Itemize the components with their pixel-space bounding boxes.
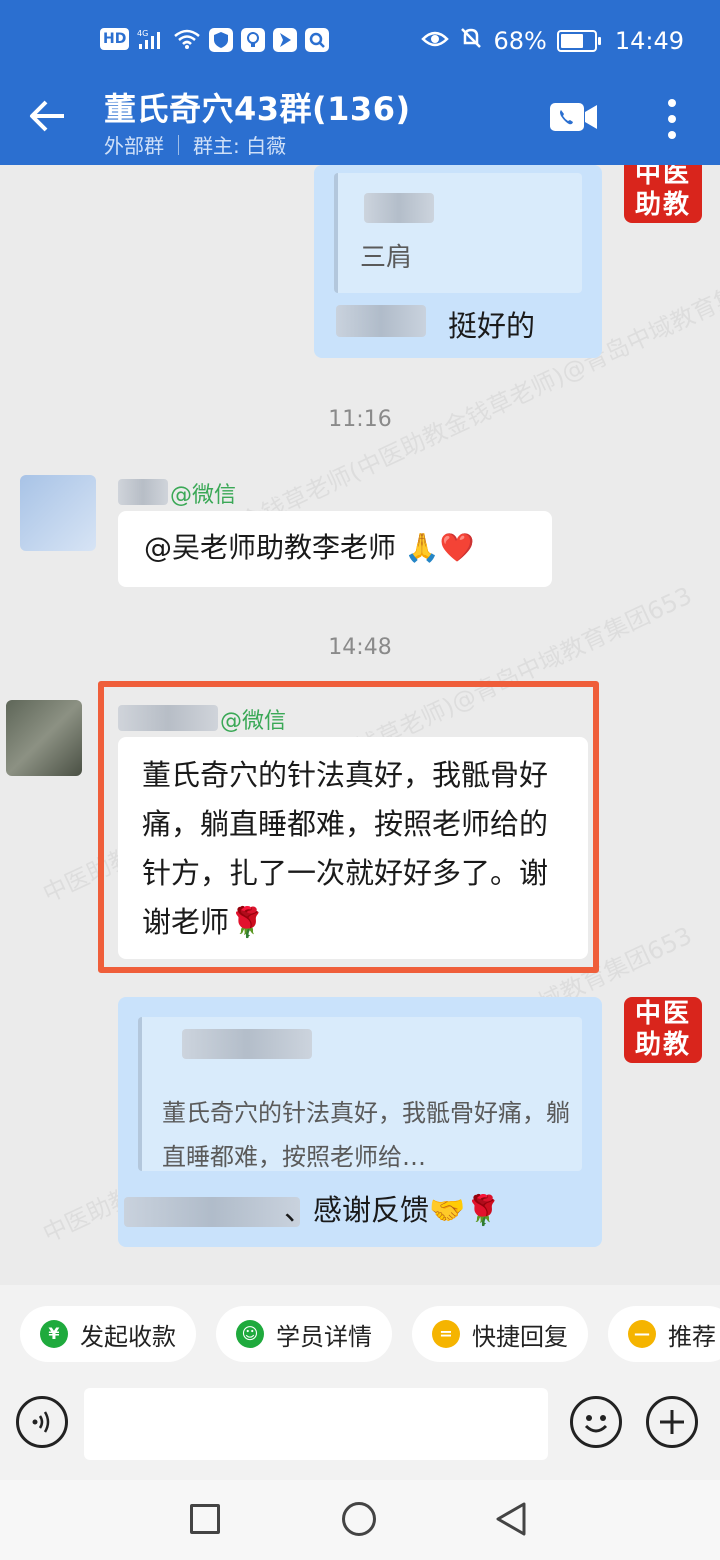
group-owner-label: 群主: 白薇: [193, 134, 287, 158]
search-app-icon: [305, 28, 330, 52]
recents-icon[interactable]: [190, 1504, 220, 1534]
chat-subtitle: 外部群 群主: 白薇: [104, 130, 286, 159]
chip-label: 学员详情: [276, 1322, 372, 1351]
badge-line: 中医: [634, 999, 691, 1029]
payment-shield-icon: ¥: [40, 1320, 68, 1348]
group-type-label: 外部群: [104, 134, 164, 158]
arrow-app-icon: [273, 28, 298, 52]
status-bar: HD 4G 68% 14:49: [0, 22, 720, 62]
blurred-name: [118, 479, 168, 505]
quick-actions-bar: ¥ 发起收款 ☺ 学员详情 = 快捷回复 — 推荐: [0, 1285, 720, 1380]
chip-recommend[interactable]: — 推荐: [608, 1306, 720, 1362]
timestamp: 11:16: [328, 407, 392, 432]
divider: [178, 134, 179, 155]
voice-input-icon[interactable]: [16, 1396, 68, 1448]
quoted-message: 三肩: [334, 173, 582, 293]
hd-icon: HD: [100, 28, 130, 50]
home-icon[interactable]: [342, 1502, 376, 1536]
quoted-text: 三肩: [360, 243, 413, 273]
bulb-app-icon: [241, 28, 266, 52]
message-bubble-received[interactable]: @吴老师助教李老师 🙏❤️: [118, 511, 552, 587]
message-bubble-sent[interactable]: 董氏奇穴的针法真好，我骶骨好痛，躺直睡都难，按照老师给… 、感谢反馈🤝🌹: [118, 997, 602, 1247]
svg-text:4G: 4G: [137, 29, 148, 38]
more-options-icon[interactable]: [658, 96, 686, 139]
chat-title: 董氏奇穴43群(136): [104, 90, 411, 128]
battery-percent: 68%: [493, 27, 547, 55]
badge-line: 中医: [634, 165, 691, 189]
chip-quick-reply[interactable]: = 快捷回复: [412, 1306, 588, 1362]
eye-icon: [421, 27, 450, 55]
input-bar: [0, 1380, 720, 1480]
tcm-assistant-badge: 中医 助教: [624, 165, 702, 223]
system-nav-bar: [0, 1480, 720, 1560]
clock: 14:49: [614, 27, 684, 55]
battery-icon: [556, 30, 601, 52]
emoji-icon[interactable]: [570, 1396, 622, 1448]
sender-source: @微信: [170, 483, 237, 508]
chip-label: 快捷回复: [472, 1322, 568, 1351]
quick-reply-icon: =: [432, 1320, 460, 1348]
avatar[interactable]: [6, 700, 82, 776]
blurred-mention: [124, 1197, 300, 1227]
back-arrow-icon[interactable]: [28, 96, 68, 136]
quoted-message: 董氏奇穴的针法真好，我骶骨好痛，躺直睡都难，按照老师给…: [138, 1017, 582, 1171]
message-text: 、感谢反馈🤝🌹: [284, 1193, 502, 1227]
chat-area[interactable]: 中医助教金钱草老师(中医助教金钱草老师)@青岛中域教育集团653 中医助教金钱草…: [0, 165, 720, 1285]
wifi-icon: [173, 28, 201, 50]
badge-line: 助教: [634, 190, 691, 220]
blurred-name: [182, 1029, 312, 1059]
highlight-frame: [98, 681, 599, 973]
chip-label: 推荐: [668, 1322, 716, 1351]
message-text: 挺好的: [448, 309, 536, 343]
timestamp: 14:48: [328, 635, 392, 660]
blurred-name: [364, 193, 434, 223]
chip-start-payment[interactable]: ¥ 发起收款: [20, 1306, 196, 1362]
signal-icon: 4G: [137, 28, 165, 50]
recommend-icon: —: [628, 1320, 656, 1348]
message-bubble-sent[interactable]: 三肩 挺好的: [314, 165, 602, 358]
mute-bell-icon: [459, 26, 483, 56]
top-bar: HD 4G 68% 14:49 董氏奇穴43群(136) 外部群 群主: 白薇: [0, 0, 720, 165]
quoted-text: 董氏奇穴的针法真好，我骶骨好痛，躺直睡都难，按照老师给…: [162, 1099, 570, 1171]
message-text: @吴老师助教李老师 🙏❤️: [144, 531, 475, 564]
badge-line: 助教: [634, 1030, 691, 1060]
avatar[interactable]: [20, 475, 96, 551]
message-input[interactable]: [84, 1388, 548, 1460]
nav-back-icon[interactable]: [494, 1502, 528, 1540]
video-call-icon[interactable]: [549, 100, 599, 134]
student-profile-icon: ☺: [236, 1320, 264, 1348]
shield-app-icon: [209, 28, 234, 52]
chip-student-details[interactable]: ☺ 学员详情: [216, 1306, 392, 1362]
tcm-assistant-badge: 中医 助教: [624, 997, 702, 1063]
blurred-mention: [336, 305, 426, 337]
add-icon[interactable]: [646, 1396, 698, 1448]
chip-label: 发起收款: [80, 1322, 176, 1351]
